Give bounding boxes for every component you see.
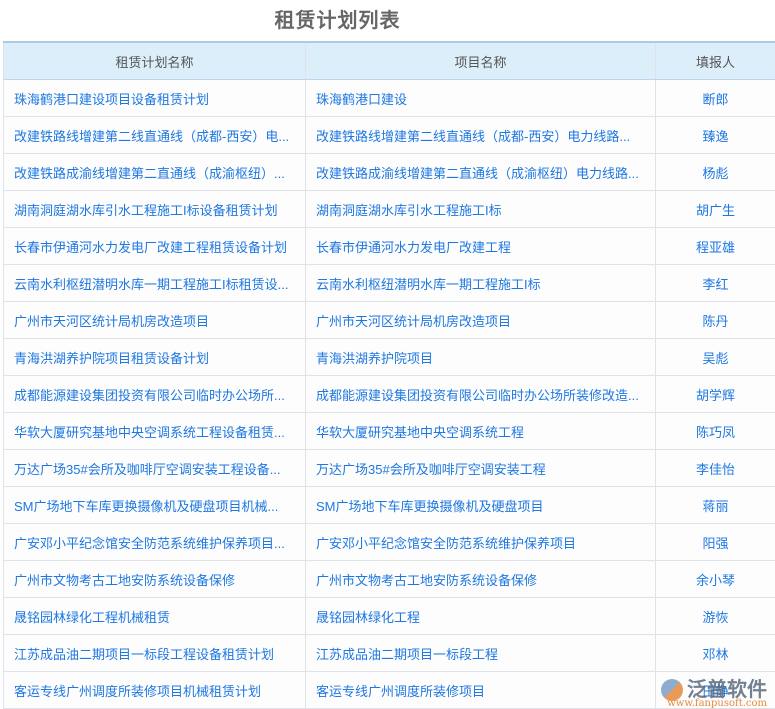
table-row[interactable]: 华软大厦研究基地中央空调系统工程设备租赁...华软大厦研究基地中央空调系统工程陈… xyxy=(4,413,775,450)
table-row[interactable]: 长春市伊通河水力发电厂改建工程租赁设备计划长春市伊通河水力发电厂改建工程程亚雄 xyxy=(4,228,775,265)
reporter-cell[interactable]: 蒋丽 xyxy=(656,487,775,524)
plan-name-link[interactable]: 湖南洞庭湖水库引水工程施工I标设备租赁计划 xyxy=(4,191,306,228)
project-name-link[interactable]: 长春市伊通河水力发电厂改建工程 xyxy=(306,228,656,265)
project-name-link[interactable]: 成都能源建设集团投资有限公司临时办公场所装修改造... xyxy=(306,376,656,413)
plan-name-link[interactable]: 华软大厦研究基地中央空调系统工程设备租赁... xyxy=(4,413,306,450)
reporter-cell[interactable]: 李红 xyxy=(656,265,775,302)
reporter-cell[interactable]: 胡学辉 xyxy=(656,376,775,413)
project-name-link[interactable]: 珠海鹤港口建设 xyxy=(306,80,656,117)
reporter-cell[interactable]: 邓林 xyxy=(656,635,775,672)
page-title: 租赁计划列表 xyxy=(0,4,675,33)
watermark-url: www.fanpusoft.com xyxy=(667,698,767,709)
plan-name-link[interactable]: 晟铭园林绿化工程机械租赁 xyxy=(4,598,306,635)
reporter-cell[interactable]: 陈丹 xyxy=(656,302,775,339)
table-row[interactable]: 云南水利枢纽潜明水库一期工程施工I标租赁设...云南水利枢纽潜明水库一期工程施工… xyxy=(4,265,775,302)
table-row[interactable]: 晟铭园林绿化工程机械租赁晟铭园林绿化工程游恢 xyxy=(4,598,775,635)
reporter-cell[interactable]: 臻逸 xyxy=(656,117,775,154)
plan-name-link[interactable]: 广安邓小平纪念馆安全防范系统维护保养项目... xyxy=(4,524,306,561)
reporter-cell[interactable]: 李佳怡 xyxy=(656,450,775,487)
table-row[interactable]: 广安邓小平纪念馆安全防范系统维护保养项目...广安邓小平纪念馆安全防范系统维护保… xyxy=(4,524,775,561)
plan-name-link[interactable]: 广州市文物考古工地安防系统设备保修 xyxy=(4,561,306,598)
plan-name-link[interactable]: 万达广场35#会所及咖啡厅空调安装工程设备... xyxy=(4,450,306,487)
reporter-cell[interactable]: 余小琴 xyxy=(656,561,775,598)
plan-name-link[interactable]: 江苏成品油二期项目一标段工程设备租赁计划 xyxy=(4,635,306,672)
project-name-link[interactable]: 万达广场35#会所及咖啡厅空调安装工程 xyxy=(306,450,656,487)
reporter-cell[interactable]: 陈巧凤 xyxy=(656,413,775,450)
plan-name-link[interactable]: 青海洪湖养护院项目租赁设备计划 xyxy=(4,339,306,376)
column-header-plan-name[interactable]: 租赁计划名称 xyxy=(4,42,306,80)
table-header-row: 租赁计划名称 项目名称 填报人 xyxy=(4,42,775,80)
plan-name-link[interactable]: 客运专线广州调度所装修项目机械租赁计划 xyxy=(4,672,306,709)
project-name-link[interactable]: 广州市天河区统计局机房改造项目 xyxy=(306,302,656,339)
table-row[interactable]: 广州市文物考古工地安防系统设备保修广州市文物考古工地安防系统设备保修余小琴 xyxy=(4,561,775,598)
project-name-link[interactable]: 广安邓小平纪念馆安全防范系统维护保养项目 xyxy=(306,524,656,561)
project-name-link[interactable]: 云南水利枢纽潜明水库一期工程施工I标 xyxy=(306,265,656,302)
table-row[interactable]: 青海洪湖养护院项目租赁设备计划青海洪湖养护院项目吴彪 xyxy=(4,339,775,376)
reporter-cell[interactable]: 胡广生 xyxy=(656,191,775,228)
project-name-link[interactable]: 改建铁路成渝线增建第二直通线（成渝枢纽）电力线路... xyxy=(306,154,656,191)
column-header-reporter[interactable]: 填报人 xyxy=(656,42,775,80)
plan-name-link[interactable]: 改建铁路成渝线增建第二直通线（成渝枢纽）... xyxy=(4,154,306,191)
plan-name-link[interactable]: 云南水利枢纽潜明水库一期工程施工I标租赁设... xyxy=(4,265,306,302)
project-name-link[interactable]: 客运专线广州调度所装修项目 xyxy=(306,672,656,709)
plan-name-link[interactable]: SM广场地下车库更换摄像机及硬盘项目机械... xyxy=(4,487,306,524)
table-row[interactable]: 成都能源建设集团投资有限公司临时办公场所...成都能源建设集团投资有限公司临时办… xyxy=(4,376,775,413)
plan-name-link[interactable]: 改建铁路线增建第二线直通线（成都-西安）电... xyxy=(4,117,306,154)
project-name-link[interactable]: 晟铭园林绿化工程 xyxy=(306,598,656,635)
plan-name-link[interactable]: 长春市伊通河水力发电厂改建工程租赁设备计划 xyxy=(4,228,306,265)
lease-plan-table: 租赁计划名称 项目名称 填报人 珠海鹤港口建设项目设备租赁计划珠海鹤港口建设断郎… xyxy=(3,41,775,709)
table-row[interactable]: 改建铁路成渝线增建第二直通线（成渝枢纽）...改建铁路成渝线增建第二直通线（成渝… xyxy=(4,154,775,191)
reporter-cell[interactable]: 吴彪 xyxy=(656,339,775,376)
reporter-cell[interactable]: 断郎 xyxy=(656,80,775,117)
reporter-cell[interactable]: 游恢 xyxy=(656,598,775,635)
table-row[interactable]: 改建铁路线增建第二线直通线（成都-西安）电...改建铁路线增建第二线直通线（成都… xyxy=(4,117,775,154)
table-row[interactable]: SM广场地下车库更换摄像机及硬盘项目机械...SM广场地下车库更换摄像机及硬盘项… xyxy=(4,487,775,524)
table-row[interactable]: 江苏成品油二期项目一标段工程设备租赁计划江苏成品油二期项目一标段工程邓林 xyxy=(4,635,775,672)
column-header-project-name[interactable]: 项目名称 xyxy=(306,42,656,80)
reporter-cell[interactable]: 程亚雄 xyxy=(656,228,775,265)
plan-name-link[interactable]: 珠海鹤港口建设项目设备租赁计划 xyxy=(4,80,306,117)
project-name-link[interactable]: 改建铁路线增建第二线直通线（成都-西安）电力线路... xyxy=(306,117,656,154)
table-row[interactable]: 广州市天河区统计局机房改造项目广州市天河区统计局机房改造项目陈丹 xyxy=(4,302,775,339)
project-name-link[interactable]: 青海洪湖养护院项目 xyxy=(306,339,656,376)
plan-name-link[interactable]: 成都能源建设集团投资有限公司临时办公场所... xyxy=(4,376,306,413)
project-name-link[interactable]: SM广场地下车库更换摄像机及硬盘项目 xyxy=(306,487,656,524)
project-name-link[interactable]: 江苏成品油二期项目一标段工程 xyxy=(306,635,656,672)
plan-name-link[interactable]: 广州市天河区统计局机房改造项目 xyxy=(4,302,306,339)
watermark-name: 泛普软件 xyxy=(687,680,767,700)
project-name-link[interactable]: 华软大厦研究基地中央空调系统工程 xyxy=(306,413,656,450)
table-row[interactable]: 湖南洞庭湖水库引水工程施工I标设备租赁计划湖南洞庭湖水库引水工程施工I标胡广生 xyxy=(4,191,775,228)
table-row[interactable]: 万达广场35#会所及咖啡厅空调安装工程设备...万达广场35#会所及咖啡厅空调安… xyxy=(4,450,775,487)
table-row[interactable]: 客运专线广州调度所装修项目机械租赁计划客运专线广州调度所装修项目田静 xyxy=(4,672,775,709)
table-row[interactable]: 珠海鹤港口建设项目设备租赁计划珠海鹤港口建设断郎 xyxy=(4,80,775,117)
project-name-link[interactable]: 广州市文物考古工地安防系统设备保修 xyxy=(306,561,656,598)
reporter-cell[interactable]: 杨彪 xyxy=(656,154,775,191)
reporter-cell[interactable]: 阳强 xyxy=(656,524,775,561)
project-name-link[interactable]: 湖南洞庭湖水库引水工程施工I标 xyxy=(306,191,656,228)
